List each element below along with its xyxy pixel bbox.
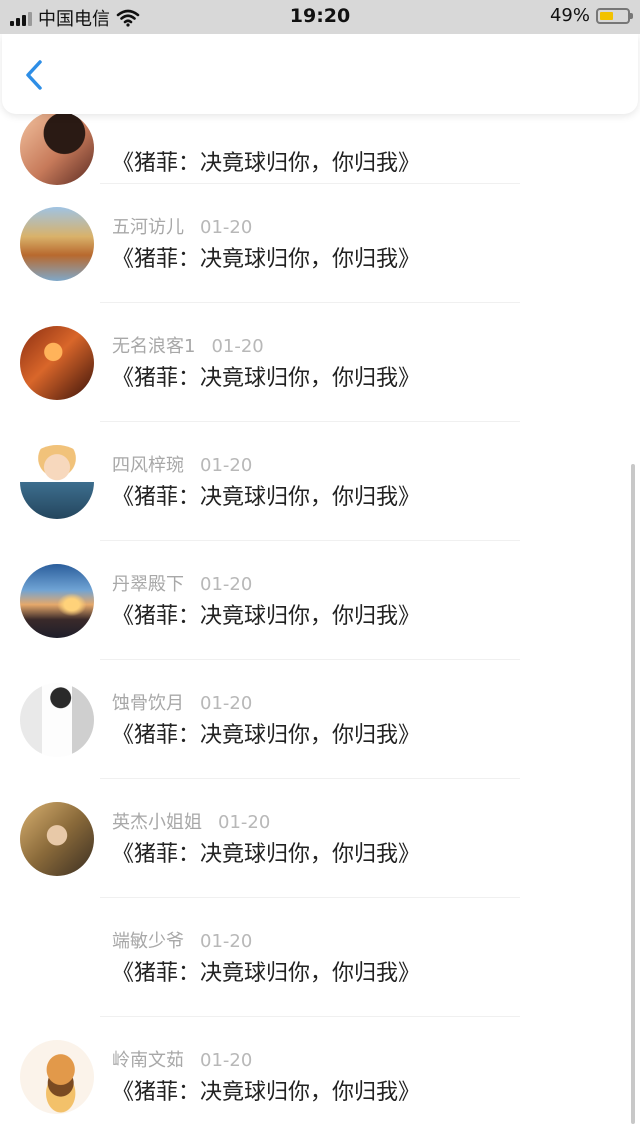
list-item[interactable]: 岭南文茹 01-20 《猪菲：决竟球归你，你归我》 <box>0 1016 640 1135</box>
username[interactable]: 丹翠殿下 <box>112 574 184 595</box>
username[interactable]: 英杰小姐姐 <box>112 812 202 833</box>
comment-text: 《猪菲：决竟球归你，你归我》 <box>112 604 421 629</box>
status-bar: 中国电信 19:20 49% <box>0 0 640 34</box>
comment-date: 01-20 <box>200 574 253 595</box>
comment-date: 01-20 <box>218 812 271 833</box>
comment-date: 01-20 <box>200 693 253 714</box>
comment-text: 《猪菲：决竟球归你，你归我》 <box>112 366 421 391</box>
avatar[interactable] <box>20 111 94 185</box>
battery-level <box>600 11 613 20</box>
list-item[interactable]: 端敏少爷 01-20 《猪菲：决竟球归你，你归我》 <box>0 897 640 1016</box>
avatar[interactable] <box>20 445 94 519</box>
list-item[interactable]: 五河访儿 01-20 《猪菲：决竟球归你，你归我》 <box>0 183 640 302</box>
comment-date: 01-20 <box>211 336 264 357</box>
battery-percent: 49% <box>549 5 590 26</box>
comment-meta: 四风梓琬 01-20 <box>112 451 252 477</box>
avatar[interactable] <box>20 207 94 281</box>
comment-text: 《猪菲：决竟球归你，你归我》 <box>112 723 421 748</box>
username[interactable]: 四风梓琬 <box>112 455 184 476</box>
avatar[interactable] <box>20 326 94 400</box>
comment-date: 01-20 <box>200 455 253 476</box>
list-item[interactable]: 蚀骨饮月 01-20 《猪菲：决竟球归你，你归我》 <box>0 659 640 778</box>
nav-bar <box>2 34 638 114</box>
comment-meta: 无名浪客1 01-20 <box>112 332 264 358</box>
comment-text: 《猪菲：决竟球归你，你归我》 <box>112 842 421 867</box>
avatar[interactable] <box>20 921 94 995</box>
avatar[interactable] <box>20 1040 94 1114</box>
scrollbar[interactable] <box>631 464 635 1124</box>
comment-meta: 蚀骨饮月 01-20 <box>112 689 252 715</box>
comment-date: 01-20 <box>200 1050 253 1071</box>
avatar[interactable] <box>20 683 94 757</box>
avatar[interactable] <box>20 564 94 638</box>
status-time: 19:20 <box>289 5 351 27</box>
status-right: 49% <box>549 5 633 26</box>
comment-date: 01-20 <box>200 217 253 238</box>
chevron-left-icon <box>26 60 42 90</box>
username[interactable]: 五河访儿 <box>112 217 184 238</box>
comment-meta: 五河访儿 01-20 <box>112 213 252 239</box>
username[interactable]: 端敏少爷 <box>112 931 184 952</box>
list-item[interactable]: 英杰小姐姐 01-20 《猪菲：决竟球归你，你归我》 <box>0 778 640 897</box>
username[interactable]: 蚀骨饮月 <box>112 693 184 714</box>
list-item[interactable]: 丹翠殿下 01-20 《猪菲：决竟球归你，你归我》 <box>0 540 640 659</box>
avatar[interactable] <box>20 802 94 876</box>
comment-date: 01-20 <box>200 931 253 952</box>
back-button[interactable] <box>18 58 52 92</box>
comment-meta: 岭南文茹 01-20 <box>112 1046 252 1072</box>
comment-text: 《猪菲：决竟球归你，你归我》 <box>112 961 421 986</box>
comment-text: 《猪菲：决竟球归你，你归我》 <box>112 247 421 272</box>
list-item[interactable]: 四风梓琬 01-20 《猪菲：决竟球归你，你归我》 <box>0 421 640 540</box>
comment-meta: 英杰小姐姐 01-20 <box>112 808 270 834</box>
comment-text: 《猪菲：决竟球归你，你归我》 <box>112 485 421 510</box>
comment-meta: 丹翠殿下 01-20 <box>112 570 252 596</box>
username[interactable]: 无名浪客1 <box>112 336 195 357</box>
username[interactable]: 岭南文茹 <box>112 1050 184 1071</box>
screen: 《猪菲：决竟球归你，你归我》 五河访儿 01-20 《猪菲：决竟球归你，你归我》 … <box>0 0 640 1139</box>
comment-text: 《猪菲：决竟球归你，你归我》 <box>112 1080 421 1105</box>
battery-icon <box>596 7 633 24</box>
comment-text: 《猪菲：决竟球归你，你归我》 <box>112 151 421 176</box>
list-item[interactable]: 无名浪客1 01-20 《猪菲：决竟球归你，你归我》 <box>0 302 640 421</box>
comment-meta: 端敏少爷 01-20 <box>112 927 252 953</box>
